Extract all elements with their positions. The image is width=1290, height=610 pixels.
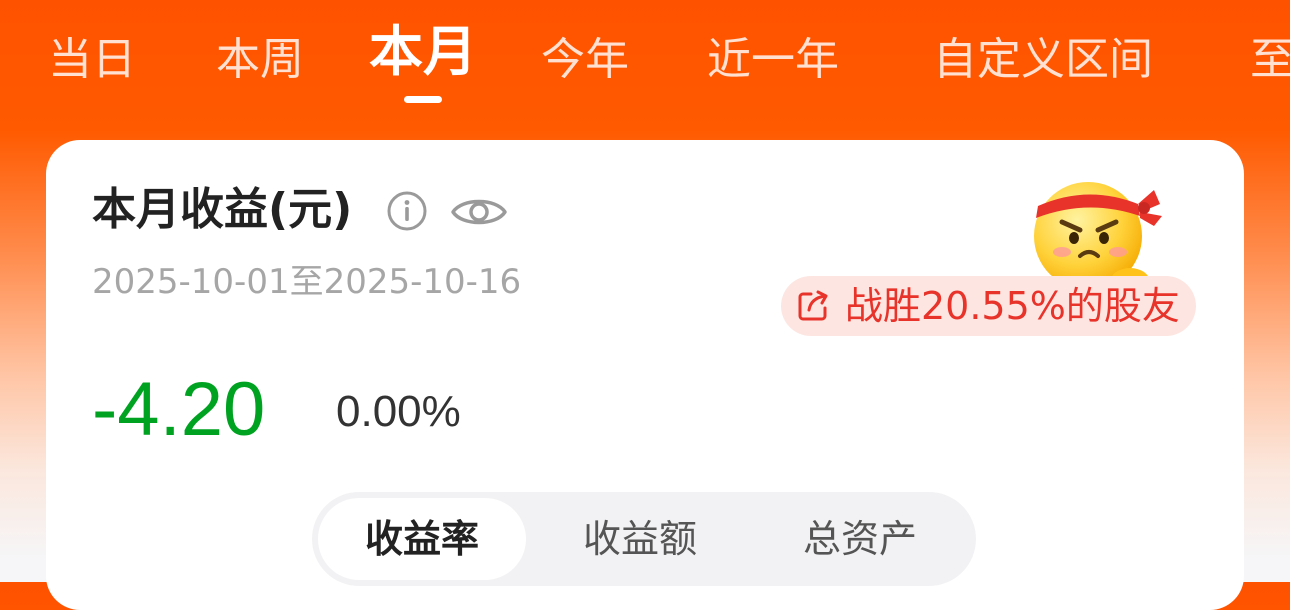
profit-rate: 0.00% [336,387,461,436]
profit-amount: -4.20 [92,367,266,452]
eye-icon[interactable] [450,192,508,232]
tab-this-week[interactable]: 本周 [216,34,304,86]
share-icon [798,290,828,321]
period-tabs: 当日 本周 本月 今年 近一年 自定义区间 至 [0,0,1290,120]
tab-custom-range[interactable]: 自定义区间 [933,34,1153,86]
date-range: 2025-10-01至2025-10-16 [92,262,522,302]
tab-more[interactable]: 至 [1250,34,1290,86]
segment-profit-rate[interactable]: 收益率 [318,498,526,580]
segment-total-assets[interactable]: 总资产 [756,498,964,580]
active-tab-indicator [404,96,442,103]
beat-rank-badge[interactable]: 战胜20.55%的股友 [781,276,1196,336]
tab-this-year[interactable]: 今年 [541,34,629,86]
tab-this-month[interactable]: 本月 [369,22,477,82]
segment-profit-amount[interactable]: 收益额 [536,498,744,580]
chart-mode-segment: 收益率 收益额 总资产 [312,492,976,586]
tab-today[interactable]: 当日 [48,34,136,86]
card-title: 本月收益(元) [92,184,353,235]
tab-last-year[interactable]: 近一年 [707,34,839,86]
monthly-profit-card: 本月收益(元) 2025-10-01至2025-10-16 战胜20.55%的股… [46,140,1244,610]
info-icon[interactable] [386,190,428,232]
beat-rank-text: 战胜20.55%的股友 [845,284,1180,328]
